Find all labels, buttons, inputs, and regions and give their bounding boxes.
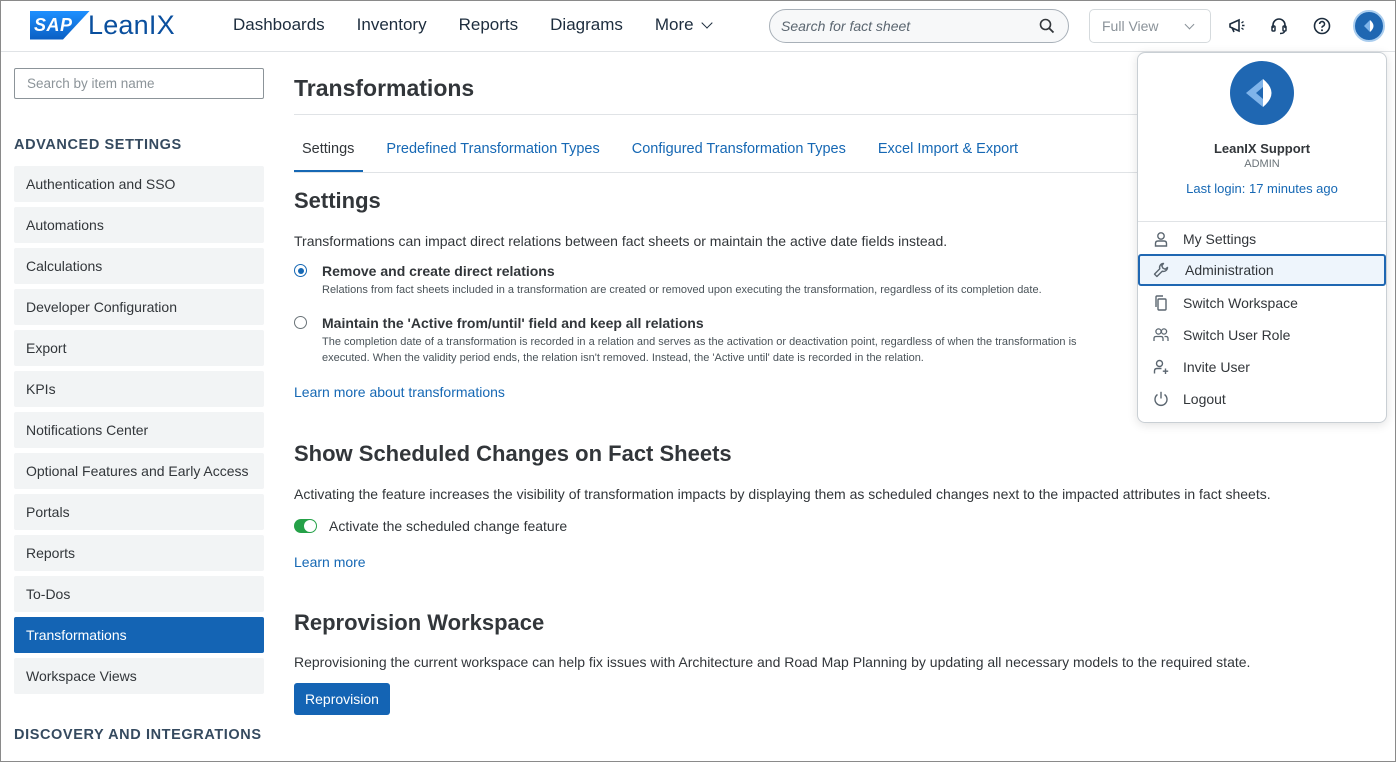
tab-excel-import-export[interactable]: Excel Import & Export xyxy=(869,141,1027,172)
settings-heading: Settings xyxy=(294,188,381,213)
nav-label: More xyxy=(654,15,694,34)
nav-label: Dashboards xyxy=(233,15,325,34)
nav-dashboards[interactable]: Dashboards xyxy=(233,15,325,35)
tab-bar: Settings Predefined Transformation Types… xyxy=(294,141,1041,172)
nav-diagrams[interactable]: Diagrams xyxy=(550,15,623,35)
nav-label: Diagrams xyxy=(550,15,623,34)
user-role: ADMIN xyxy=(1244,158,1280,170)
nav-label: Reports xyxy=(458,15,519,34)
copy-icon xyxy=(1155,295,1167,311)
avatar xyxy=(1230,61,1294,125)
sidebar-item-automations[interactable]: Automations xyxy=(14,207,264,243)
avatar-logo-icon xyxy=(1246,79,1272,107)
view-select[interactable]: Full View xyxy=(1089,9,1211,43)
page-title: Transformations xyxy=(294,75,475,101)
leanix-brand-text: LeanIX xyxy=(88,9,175,40)
tab-configured-types[interactable]: Configured Transformation Types xyxy=(623,141,855,172)
scheduled-changes-heading: Show Scheduled Changes on Fact Sheets xyxy=(294,441,732,466)
divider xyxy=(1138,221,1386,222)
nav-label: Inventory xyxy=(356,15,427,34)
chevron-down-icon xyxy=(1184,19,1195,30)
nav-inventory[interactable]: Inventory xyxy=(357,15,427,35)
main-nav: Dashboards Inventory Reports Diagrams Mo… xyxy=(233,15,743,35)
menu-item-label: Logout xyxy=(1183,391,1226,407)
radio-maintain-active-dates[interactable] xyxy=(294,316,307,329)
sidebar-item-workspace-views[interactable]: Workspace Views xyxy=(14,658,264,694)
menu-item-my-settings[interactable]: My Settings xyxy=(1138,223,1386,255)
avatar-logo-icon xyxy=(1364,20,1374,32)
sidebar-item-optional-features[interactable]: Optional Features and Early Access xyxy=(14,453,264,489)
user-name: LeanIX Support xyxy=(1213,141,1311,156)
sidebar-section-title-discovery: DISCOVERY AND INTEGRATIONS xyxy=(14,727,262,743)
sidebar-item-reports[interactable]: Reports xyxy=(14,535,264,571)
nav-reports[interactable]: Reports xyxy=(459,15,519,35)
menu-item-label: Invite User xyxy=(1183,359,1250,375)
option1-description: Relations from fact sheets included in a… xyxy=(322,284,1042,296)
user-icon xyxy=(1154,232,1168,247)
sidebar-item-todos[interactable]: To-Dos xyxy=(14,576,264,612)
sap-logo-mark: SAP xyxy=(30,10,90,40)
view-select-value: Full View xyxy=(1102,18,1159,34)
menu-item-label: Switch Workspace xyxy=(1183,295,1298,311)
wrench-icon xyxy=(1153,262,1169,278)
settings-sidebar: ADVANCED SETTINGS Authentication and SSO… xyxy=(14,68,264,699)
scheduled-changes-intro: Activating the feature increases the vis… xyxy=(294,486,1271,502)
menu-item-switch-user-role[interactable]: Switch User Role xyxy=(1138,319,1386,351)
reprovision-button[interactable]: Reprovision xyxy=(294,683,390,715)
reprovision-intro: Reprovisioning the current workspace can… xyxy=(294,654,1251,670)
help-icon[interactable] xyxy=(1312,16,1332,36)
sap-leanix-logo[interactable]: SAP LeanIX xyxy=(30,10,175,40)
sidebar-item-transformations[interactable]: Transformations xyxy=(14,617,264,653)
power-icon xyxy=(1154,391,1168,406)
headset-icon[interactable] xyxy=(1269,16,1289,36)
users-icon xyxy=(1153,328,1169,341)
megaphone-icon[interactable] xyxy=(1227,16,1247,36)
sidebar-search-input[interactable] xyxy=(14,68,264,99)
option2-description: The completion date of a transformation … xyxy=(322,336,1077,364)
sidebar-item-notifications-center[interactable]: Notifications Center xyxy=(14,412,264,448)
reprovision-heading: Reprovision Workspace xyxy=(294,610,545,635)
radio-remove-create-relations[interactable] xyxy=(294,264,307,277)
fact-sheet-search-input[interactable] xyxy=(781,18,1031,34)
menu-item-label: My Settings xyxy=(1183,231,1257,247)
user-menu-dropdown: LeanIX Support ADMIN Last login: 17 minu… xyxy=(1137,52,1387,423)
tab-predefined-types[interactable]: Predefined Transformation Types xyxy=(377,141,608,172)
option2-title: Maintain the 'Active from/until' field a… xyxy=(322,315,704,331)
sidebar-item-authentication-sso[interactable]: Authentication and SSO xyxy=(14,166,264,202)
scheduled-change-toggle[interactable] xyxy=(294,519,317,533)
tab-settings[interactable]: Settings xyxy=(294,141,364,172)
learn-more-link[interactable]: Learn more xyxy=(294,554,366,570)
option1-title: Remove and create direct relations xyxy=(322,263,555,279)
sidebar-section-title: ADVANCED SETTINGS xyxy=(14,137,182,153)
nav-more[interactable]: More xyxy=(654,15,713,35)
top-bar: SAP LeanIX Dashboards Inventory Reports … xyxy=(1,1,1395,52)
menu-item-administration[interactable]: Administration xyxy=(1138,254,1386,286)
sidebar-item-calculations[interactable]: Calculations xyxy=(14,248,264,284)
menu-item-logout[interactable]: Logout xyxy=(1138,383,1386,415)
menu-item-invite-user[interactable]: Invite User xyxy=(1138,351,1386,383)
add-user-icon xyxy=(1153,359,1169,374)
last-login: Last login: 17 minutes ago xyxy=(1186,181,1338,196)
sidebar-item-portals[interactable]: Portals xyxy=(14,494,264,530)
fact-sheet-search xyxy=(769,9,1069,43)
menu-item-label: Switch User Role xyxy=(1183,327,1291,343)
sidebar-item-export[interactable]: Export xyxy=(14,330,264,366)
chevron-down-icon xyxy=(700,17,713,29)
user-avatar-button[interactable] xyxy=(1353,10,1385,42)
menu-item-switch-workspace[interactable]: Switch Workspace xyxy=(1138,287,1386,319)
divider xyxy=(294,114,1154,115)
divider xyxy=(294,172,1154,173)
search-icon[interactable] xyxy=(1039,18,1055,34)
sidebar-item-developer-configuration[interactable]: Developer Configuration xyxy=(14,289,264,325)
learn-more-transformations-link[interactable]: Learn more about transformations xyxy=(294,384,505,400)
sidebar-item-kpis[interactable]: KPIs xyxy=(14,371,264,407)
menu-item-label: Administration xyxy=(1185,262,1274,278)
settings-intro: Transformations can impact direct relati… xyxy=(294,233,948,249)
toggle-label: Activate the scheduled change feature xyxy=(329,518,568,534)
